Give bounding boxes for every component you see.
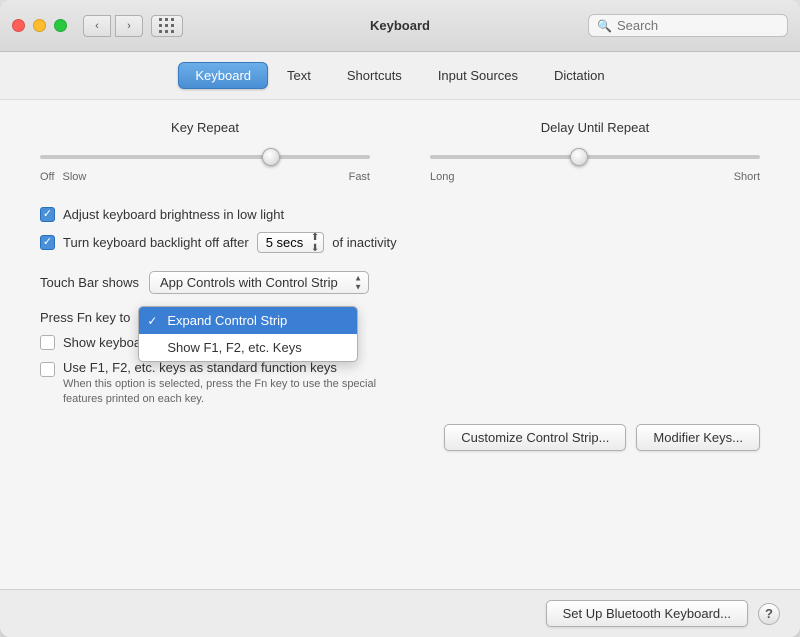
search-input[interactable] <box>617 18 777 33</box>
key-repeat-track-container <box>40 147 370 167</box>
delay-repeat-labels: Long Short <box>430 171 760 183</box>
bluetooth-keyboard-button[interactable]: Set Up Bluetooth Keyboard... <box>546 600 748 627</box>
backlight-duration-value: 5 secs <box>266 235 304 250</box>
dropdown-item-showf[interactable]: Show F1, F2, etc. Keys <box>139 334 357 361</box>
delay-repeat-label: Delay Until Repeat <box>541 120 649 135</box>
delay-repeat-track <box>430 155 760 159</box>
backlight-row: ✓ Turn keyboard backlight off after 5 se… <box>40 232 760 253</box>
dropdown-item-expand[interactable]: ✓ Expand Control Strip <box>139 307 357 334</box>
expand-checkmark: ✓ <box>147 314 157 328</box>
key-repeat-off-label: Off <box>40 171 54 183</box>
maximize-button[interactable] <box>54 19 67 32</box>
delay-repeat-track-container <box>430 147 760 167</box>
backlight-suffix: of inactivity <box>332 235 396 250</box>
touch-bar-row: Touch Bar shows App Controls with Contro… <box>40 271 760 294</box>
key-repeat-label: Key Repeat <box>171 120 239 135</box>
showf-label: Show F1, F2, etc. Keys <box>167 340 301 355</box>
back-button[interactable]: ‹ <box>83 15 111 37</box>
fn-key-label: Press Fn key to <box>40 306 130 325</box>
delay-short-label: Short <box>734 171 760 183</box>
brightness-checkmark: ✓ <box>43 209 52 220</box>
touch-bar-dropdown-arrow: ▲ ▼ <box>354 274 362 291</box>
brightness-label: Adjust keyboard brightness in low light <box>63 207 284 222</box>
forward-button[interactable]: › <box>115 15 143 37</box>
touch-bar-dropdown[interactable]: App Controls with Control Strip ▲ ▼ <box>149 271 369 294</box>
show-viewers-checkbox[interactable] <box>40 335 55 350</box>
titlebar: ‹ › Keyboard 🔍 <box>0 0 800 52</box>
key-repeat-group: Key Repeat Off Slow Fast <box>40 120 370 183</box>
traffic-lights <box>12 19 67 32</box>
sliders-row: Key Repeat Off Slow Fast Delay Until Rep… <box>40 120 760 183</box>
fn-key-row: Press Fn key to ✓ Expand Control Strip S… <box>40 306 760 325</box>
key-repeat-slow-label: Slow <box>62 171 86 183</box>
delay-long-label: Long <box>430 171 454 183</box>
use-f1-label: Use F1, F2, etc. keys as standard functi… <box>63 360 376 375</box>
key-repeat-thumb[interactable] <box>262 148 280 166</box>
bottom-buttons: Customize Control Strip... Modifier Keys… <box>40 424 760 451</box>
help-button[interactable]: ? <box>758 603 780 625</box>
brightness-checkbox[interactable]: ✓ <box>40 207 55 222</box>
delay-repeat-thumb[interactable] <box>570 148 588 166</box>
close-button[interactable] <box>12 19 25 32</box>
keyboard-preferences-window: ‹ › Keyboard 🔍 Keyboard Text Shortcuts I… <box>0 0 800 637</box>
backlight-checkmark: ✓ <box>43 237 52 248</box>
help-icon: ? <box>765 606 773 621</box>
backlight-duration-select[interactable]: 5 secs ⬆⬇ <box>257 232 325 253</box>
tab-dictation[interactable]: Dictation <box>537 62 622 89</box>
select-arrow-icon: ⬆⬇ <box>311 232 319 254</box>
tab-input-sources[interactable]: Input Sources <box>421 62 535 89</box>
footer: Set Up Bluetooth Keyboard... ? <box>0 589 800 637</box>
customize-button[interactable]: Customize Control Strip... <box>444 424 626 451</box>
tabbar: Keyboard Text Shortcuts Input Sources Di… <box>0 52 800 100</box>
use-f1-text-block: Use F1, F2, etc. keys as standard functi… <box>63 360 376 408</box>
apps-grid-button[interactable] <box>151 15 183 37</box>
backlight-label: Turn keyboard backlight off after <box>63 235 249 250</box>
use-f1-checkbox[interactable] <box>40 362 55 377</box>
nav-buttons: ‹ › <box>83 15 143 37</box>
backlight-checkbox[interactable]: ✓ <box>40 235 55 250</box>
key-repeat-fast-label: Fast <box>349 171 370 183</box>
fn-key-dropdown-popup: ✓ Expand Control Strip Show F1, F2, etc.… <box>138 306 358 362</box>
tab-text[interactable]: Text <box>270 62 328 89</box>
delay-repeat-group: Delay Until Repeat Long Short <box>430 120 760 183</box>
touch-bar-label: Touch Bar shows <box>40 275 139 290</box>
use-f1-subtext: When this option is selected, press the … <box>63 377 376 408</box>
search-icon: 🔍 <box>597 19 612 33</box>
key-repeat-track <box>40 155 370 159</box>
search-box[interactable]: 🔍 <box>588 14 788 37</box>
brightness-row: ✓ Adjust keyboard brightness in low ligh… <box>40 207 760 222</box>
minimize-button[interactable] <box>33 19 46 32</box>
tab-keyboard[interactable]: Keyboard <box>178 62 268 89</box>
apps-grid-icon <box>159 18 175 34</box>
modifier-keys-button[interactable]: Modifier Keys... <box>636 424 760 451</box>
window-title: Keyboard <box>370 18 430 33</box>
main-content: Key Repeat Off Slow Fast Delay Until Rep… <box>0 100 800 589</box>
touch-bar-value: App Controls with Control Strip <box>160 275 338 290</box>
key-repeat-labels: Off Slow Fast <box>40 171 370 183</box>
use-f1-row: Use F1, F2, etc. keys as standard functi… <box>40 360 760 408</box>
expand-label: Expand Control Strip <box>167 313 287 328</box>
tab-shortcuts[interactable]: Shortcuts <box>330 62 419 89</box>
